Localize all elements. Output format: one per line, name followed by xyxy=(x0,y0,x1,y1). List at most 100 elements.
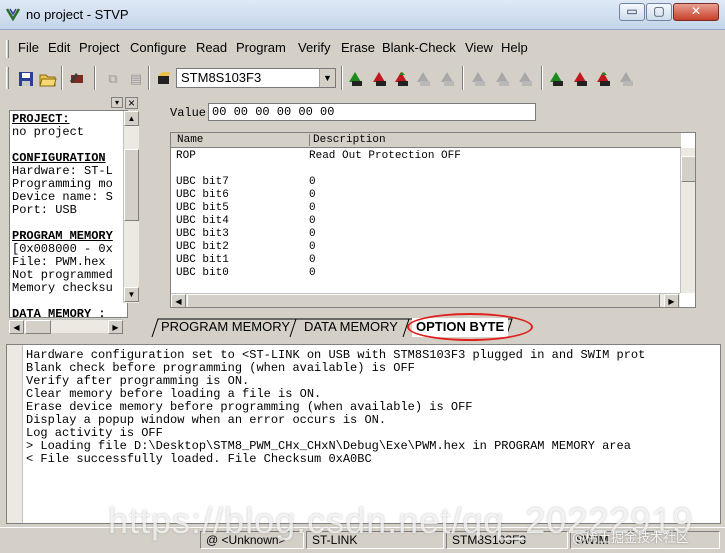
menu-configure[interactable]: Configure xyxy=(130,40,186,55)
table-row[interactable]: UBC bit5 0 xyxy=(176,202,316,215)
read-current-tab-disabled-icon[interactable] xyxy=(470,70,488,88)
maximize-button[interactable]: ▢ xyxy=(646,3,672,21)
maximize-icon: ▢ xyxy=(653,4,665,18)
scroll-down-arrow-icon[interactable]: ▼ xyxy=(124,287,139,302)
scroll-up-arrow-icon[interactable]: ▲ xyxy=(124,111,139,126)
table-row[interactable]: UBC bit2 0 xyxy=(176,241,316,254)
scroll-left-arrow-icon[interactable]: ◀ xyxy=(9,320,24,334)
paste-icon[interactable]: ▤ xyxy=(127,70,145,88)
table-row[interactable]: UBC bit1 0 xyxy=(176,254,316,267)
value-input[interactable]: 00 00 00 00 00 00 xyxy=(208,103,536,121)
workspace-line: Port: USB xyxy=(12,203,77,217)
title-bar: no project - STVP ▭ ▢ ✕ xyxy=(0,0,725,30)
panel-options-button[interactable]: ▾ xyxy=(111,97,123,108)
table-hscroll[interactable]: ◀ ▶ xyxy=(171,293,680,307)
menu-erase[interactable]: Erase xyxy=(341,40,375,55)
workspace-text: PROJECT: no project CONFIGURATION Hardware:… xyxy=(9,110,128,318)
copy-icon[interactable]: ⧉ xyxy=(104,70,122,88)
table-header: Name Description xyxy=(171,133,681,148)
chevron-down-icon[interactable]: ▼ xyxy=(319,69,335,87)
verify-all-tabs-icon[interactable] xyxy=(393,70,411,88)
table-row[interactable]: UBC bit3 0 xyxy=(176,228,316,241)
scroll-thumb[interactable] xyxy=(124,149,139,221)
toolbar-separator xyxy=(94,66,96,90)
option-byte-table: Name Description ROP Read Out Protection … xyxy=(170,132,696,308)
scroll-thumb[interactable] xyxy=(25,320,51,334)
scroll-right-arrow-icon[interactable]: ▶ xyxy=(664,294,679,307)
option-description-cell: 0 xyxy=(309,228,316,240)
menu-edit[interactable]: Edit xyxy=(48,40,70,55)
table-row[interactable]: ROP Read Out Protection OFF xyxy=(176,150,461,163)
option-description-cell: 0 xyxy=(309,254,316,266)
menu-file[interactable]: File xyxy=(18,40,39,55)
option-description-cell: 0 xyxy=(309,215,316,227)
minimize-icon: ▭ xyxy=(626,4,638,18)
workspace-hscroll[interactable]: ◀ ▶ xyxy=(9,319,123,334)
log-gutter xyxy=(7,345,23,523)
option-name-cell: UBC bit0 xyxy=(176,267,229,279)
menu-read[interactable]: Read xyxy=(196,40,227,55)
annotation-highlight-ellipse xyxy=(407,313,533,341)
blank-check-disabled-icon[interactable] xyxy=(439,70,457,88)
program-current-tab-disabled-icon[interactable] xyxy=(494,70,512,88)
toolbar-separator xyxy=(341,66,343,90)
table-row[interactable]: UBC bit4 0 xyxy=(176,215,316,228)
table-row[interactable]: UBC bit6 0 xyxy=(176,189,316,202)
erase-disabled-icon[interactable] xyxy=(415,70,433,88)
program-option-icon[interactable] xyxy=(572,70,590,88)
menu-bar: File Edit Project Configure Read Program… xyxy=(6,36,721,60)
panel-close-button[interactable]: × xyxy=(125,97,138,109)
tab-program-memory[interactable]: PROGRAM MEMORY xyxy=(157,318,294,337)
option-name-cell: UBC bit1 xyxy=(176,254,229,266)
read-option-icon[interactable] xyxy=(548,70,566,88)
erase-option-disabled-icon[interactable] xyxy=(618,70,636,88)
tab-data-memory[interactable]: DATA MEMORY xyxy=(300,318,402,337)
menu-view[interactable]: View xyxy=(465,40,493,55)
menu-verify[interactable]: Verify xyxy=(298,40,331,55)
chip-tool-icon[interactable] xyxy=(68,70,86,88)
scroll-thumb[interactable] xyxy=(681,156,695,182)
verify-current-tab-disabled-icon[interactable] xyxy=(517,70,535,88)
option-name-cell: UBC bit2 xyxy=(176,241,229,253)
option-description-cell: 0 xyxy=(309,189,316,201)
window-title: no project - STVP xyxy=(26,7,129,22)
toolbar-separator xyxy=(61,66,63,90)
option-name-cell: UBC bit4 xyxy=(176,215,229,227)
read-all-tabs-icon[interactable] xyxy=(347,70,365,88)
table-vscroll[interactable] xyxy=(680,148,695,293)
device-select-value: STM8S103F3 xyxy=(181,70,262,85)
log-line: < File successfully loaded. File Checksu… xyxy=(26,452,372,466)
option-description-cell: 0 xyxy=(309,267,316,279)
workspace-vscroll[interactable]: ▲ ▼ xyxy=(123,111,139,303)
option-name-cell: UBC bit3 xyxy=(176,228,229,240)
device-select[interactable]: STM8S103F3 ▼ xyxy=(176,68,336,88)
stvp-app-icon xyxy=(6,8,20,21)
toolbar-separator xyxy=(462,66,464,90)
toolbar-grip[interactable] xyxy=(6,67,9,89)
verify-option-icon[interactable] xyxy=(595,70,613,88)
menu-blank-check[interactable]: Blank-Check xyxy=(382,40,456,55)
column-header-name[interactable]: Name xyxy=(177,134,203,146)
menu-program[interactable]: Program xyxy=(236,40,286,55)
workspace-heading: DATA MEMORY : xyxy=(12,307,106,318)
table-row[interactable]: UBC bit0 0 xyxy=(176,267,316,280)
open-folder-icon[interactable] xyxy=(39,70,57,88)
log-text: Hardware configuration set to <ST-LINK o… xyxy=(26,349,645,466)
menu-project[interactable]: Project xyxy=(79,40,119,55)
table-row[interactable]: UBC bit7 0 xyxy=(176,176,316,189)
scroll-right-arrow-icon[interactable]: ▶ xyxy=(108,320,123,334)
toolbar-separator xyxy=(148,66,150,90)
scroll-thumb[interactable] xyxy=(187,294,660,307)
close-window-button[interactable]: ✕ xyxy=(673,3,719,21)
save-icon[interactable] xyxy=(17,70,35,88)
menu-help[interactable]: Help xyxy=(501,40,528,55)
program-all-tabs-icon[interactable] xyxy=(371,70,389,88)
watermark-secondary: @稀土掘金技术社区 xyxy=(572,531,690,546)
minimize-button[interactable]: ▭ xyxy=(619,3,645,21)
table-row[interactable] xyxy=(176,163,229,176)
toolbar-separator xyxy=(541,66,543,90)
value-label: Value xyxy=(170,106,207,120)
option-name-cell: ROP xyxy=(176,150,196,162)
column-header-description[interactable]: Description xyxy=(309,134,386,146)
scroll-left-arrow-icon[interactable]: ◀ xyxy=(171,294,186,307)
